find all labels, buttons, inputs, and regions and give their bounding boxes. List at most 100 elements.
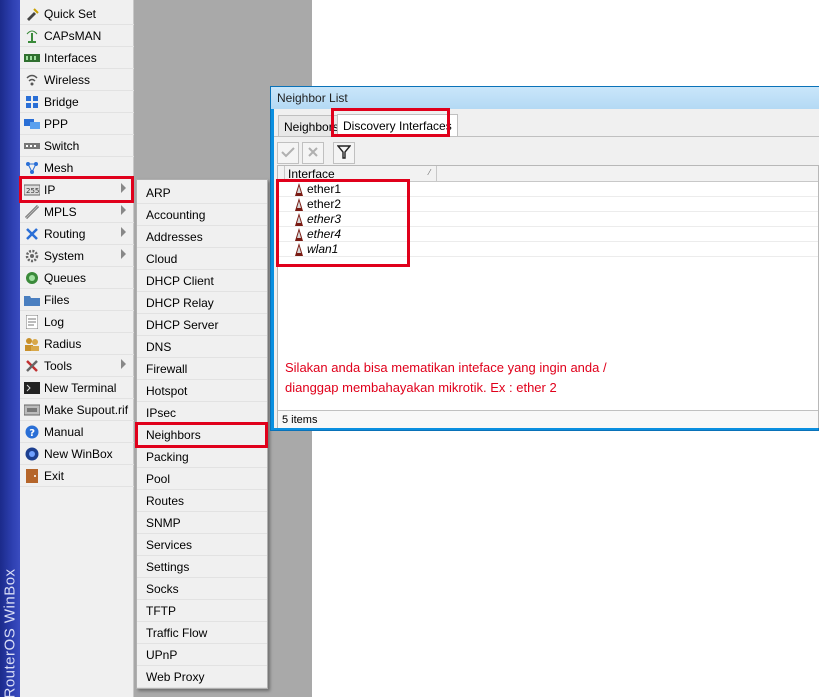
svg-text:255: 255 (26, 187, 39, 195)
interface-icon (293, 198, 305, 211)
interface-icon (293, 213, 305, 226)
interface-name: ether1 (307, 182, 342, 196)
submenu-item-cloud[interactable]: Cloud (137, 248, 267, 270)
tab-divider (274, 136, 819, 137)
menu-item-mesh[interactable]: Mesh (20, 157, 134, 179)
submenu-item-services[interactable]: Services (137, 534, 267, 556)
menu-item-interfaces[interactable]: Interfaces (20, 47, 134, 69)
interface-icon (293, 228, 305, 241)
menu-item-quick-set[interactable]: Quick Set (20, 3, 134, 25)
annotation-note: Silakan anda bisa mematikan inteface yan… (285, 358, 665, 398)
main-menu: Quick Set CAPsMAN Interfaces Wireless Br… (20, 0, 134, 697)
menu-item-make-supout[interactable]: Make Supout.rif (20, 399, 134, 421)
brand-label: RouterOS WinBox (1, 568, 19, 697)
svg-text:?: ? (29, 428, 35, 439)
switch-icon (24, 139, 40, 153)
menu-item-manual[interactable]: ? Manual (20, 421, 134, 443)
wireless-icon (24, 73, 40, 87)
quickset-icon (24, 7, 40, 21)
tab-neighbors[interactable]: Neighbors (278, 115, 345, 137)
annotation-line-1: Silakan anda bisa mematikan inteface yan… (285, 360, 607, 375)
mpls-icon (24, 204, 40, 219)
submenu-item-neighbors[interactable]: Neighbors (137, 424, 267, 446)
submenu-item-dhcp-relay[interactable]: DHCP Relay (137, 292, 267, 314)
list-row[interactable]: ether1 (278, 182, 818, 197)
supout-icon (24, 403, 40, 417)
submenu-item-dhcp-server[interactable]: DHCP Server (137, 314, 267, 336)
submenu-item-traffic-flow[interactable]: Traffic Flow (137, 622, 267, 644)
menu-item-new-winbox[interactable]: New WinBox (20, 443, 134, 465)
submenu-item-accounting[interactable]: Accounting (137, 204, 267, 226)
brand-strip: RouterOS WinBox (0, 0, 20, 697)
interface-icon (293, 243, 305, 256)
cross-icon (307, 146, 319, 161)
menu-item-system[interactable]: System (20, 245, 134, 267)
list-row[interactable]: ether2 (278, 197, 818, 212)
filter-button[interactable] (333, 142, 355, 164)
menu-item-capsman[interactable]: CAPsMAN (20, 25, 134, 47)
list-header: Interface ⁄ (278, 166, 818, 182)
submenu-item-addresses[interactable]: Addresses (137, 226, 267, 248)
list-row[interactable]: wlan1 (278, 242, 818, 257)
tab-discovery-interfaces[interactable]: Discovery Interfaces (337, 114, 458, 137)
menu-item-radius[interactable]: Radius (20, 333, 134, 355)
menu-item-bridge[interactable]: Bridge (20, 91, 134, 113)
submenu-item-snmp[interactable]: SNMP (137, 512, 267, 534)
disable-button[interactable] (302, 142, 324, 164)
submenu-item-settings[interactable]: Settings (137, 556, 267, 578)
submenu-item-arp[interactable]: ARP (137, 182, 267, 204)
ip-submenu: ARP Accounting Addresses Cloud DHCP Clie… (136, 179, 268, 689)
ppp-icon (24, 117, 40, 131)
users-icon (24, 337, 40, 351)
winbox-icon (24, 447, 40, 461)
menu-item-log[interactable]: Log (20, 311, 134, 333)
submenu-item-dhcp-client[interactable]: DHCP Client (137, 270, 267, 292)
menu-item-ip[interactable]: 255 IP (20, 179, 134, 201)
window-title[interactable]: Neighbor List (271, 87, 819, 109)
log-icon (24, 314, 40, 329)
check-icon (281, 146, 295, 161)
submenu-item-dns[interactable]: DNS (137, 336, 267, 358)
column-separator (284, 166, 285, 182)
folder-icon (24, 293, 40, 307)
ip-icon: 255 (24, 183, 40, 197)
list-row[interactable]: ether3 (278, 212, 818, 227)
help-icon: ? (24, 425, 40, 439)
menu-item-switch[interactable]: Switch (20, 135, 134, 157)
neighbor-list-window: Neighbor List Neighbors Discovery Interf… (270, 86, 819, 431)
queues-icon (24, 271, 40, 285)
submenu-item-hotspot[interactable]: Hotspot (137, 380, 267, 402)
submenu-item-upnp[interactable]: UPnP (137, 644, 267, 666)
capsman-icon (24, 29, 40, 43)
window-body: Neighbors Discovery Interfaces Interface… (274, 109, 819, 428)
menu-item-tools[interactable]: Tools (20, 355, 134, 377)
menu-item-files[interactable]: Files (20, 289, 134, 311)
submenu-item-ipsec[interactable]: IPsec (137, 402, 267, 424)
submenu-arrow-icon (121, 359, 126, 369)
interface-name: ether2 (307, 197, 342, 211)
submenu-arrow-icon (121, 249, 126, 259)
menu-item-ppp[interactable]: PPP (20, 113, 134, 135)
menu-item-exit[interactable]: Exit (20, 465, 134, 487)
enable-button[interactable] (277, 142, 299, 164)
interfaces-icon (24, 51, 40, 65)
tools-icon (24, 359, 40, 373)
menu-item-queues[interactable]: Queues (20, 267, 134, 289)
bridge-icon (24, 95, 40, 109)
column-header-interface[interactable]: Interface (288, 167, 335, 181)
menu-item-wireless[interactable]: Wireless (20, 69, 134, 91)
menu-item-new-terminal[interactable]: New Terminal (20, 377, 134, 399)
submenu-item-packing[interactable]: Packing (137, 446, 267, 468)
routing-icon (24, 227, 40, 241)
menu-item-routing[interactable]: Routing (20, 223, 134, 245)
submenu-item-pool[interactable]: Pool (137, 468, 267, 490)
submenu-item-socks[interactable]: Socks (137, 578, 267, 600)
submenu-item-tftp[interactable]: TFTP (137, 600, 267, 622)
gear-icon (24, 249, 40, 263)
submenu-item-routes[interactable]: Routes (137, 490, 267, 512)
sort-indicator-icon: ⁄ (429, 168, 431, 177)
submenu-item-web-proxy[interactable]: Web Proxy (137, 666, 267, 688)
list-row[interactable]: ether4 (278, 227, 818, 242)
submenu-item-firewall[interactable]: Firewall (137, 358, 267, 380)
menu-item-mpls[interactable]: MPLS (20, 201, 134, 223)
